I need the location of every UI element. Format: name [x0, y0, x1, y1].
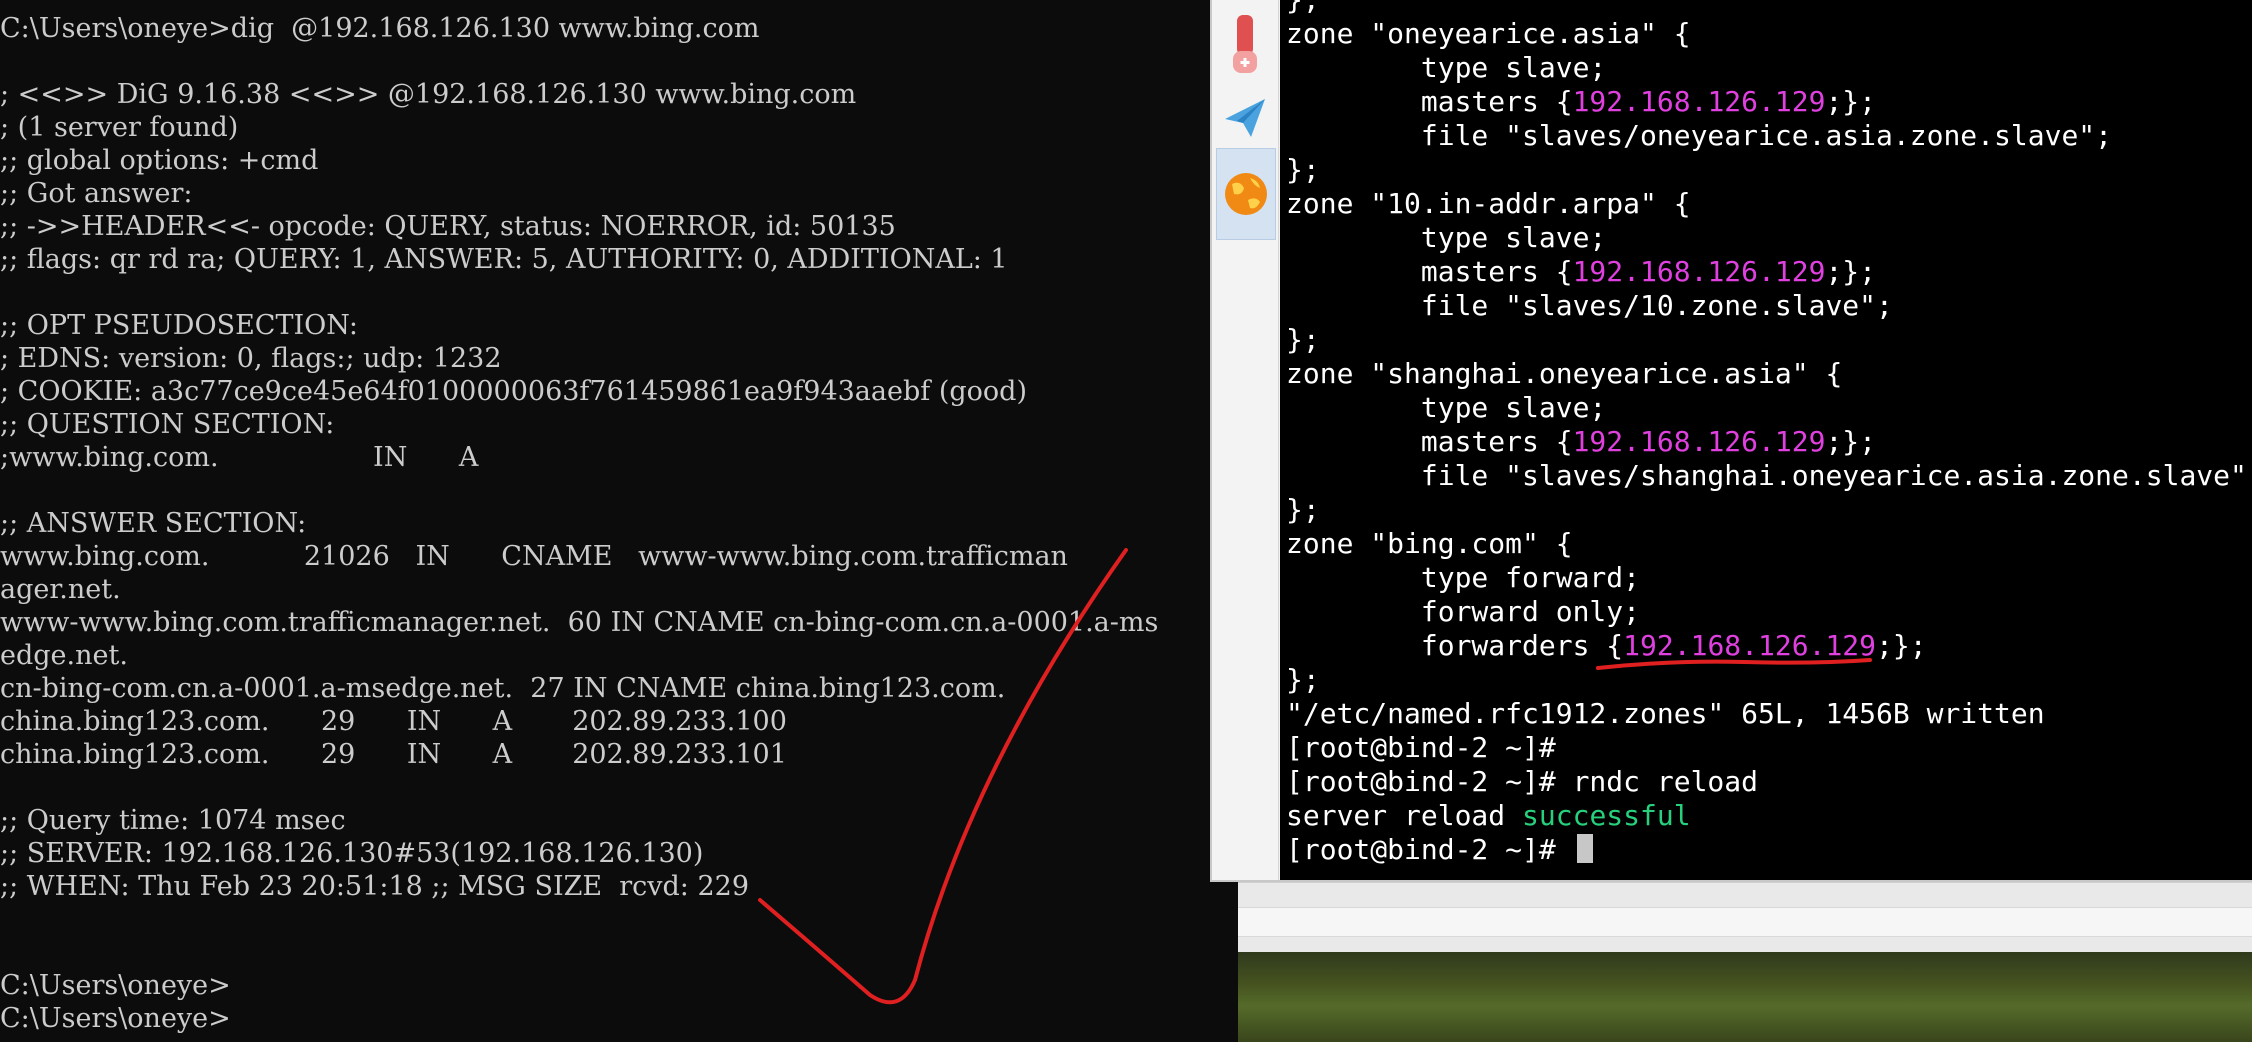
- terminal-line: zone "oneyearice.asia" {: [1286, 17, 1691, 51]
- cmd-line: ;; flags: qr rd ra; QUERY: 1, ANSWER: 5,…: [0, 244, 1008, 275]
- terminal-line: type slave;: [1286, 391, 1606, 425]
- terminal-text: };: [1286, 663, 1320, 696]
- cmd-line: ; <<>> DiG 9.16.38 <<>> @192.168.126.130…: [0, 79, 857, 110]
- ssh-terminal-window: };zone "oneyearice.asia" { type slave; m…: [1210, 0, 2252, 882]
- terminal-text: file "slaves/10.zone.slave";: [1286, 289, 1893, 322]
- background-window-strip: [1238, 882, 2252, 953]
- shell-prompt: [root@bind-2 ~]#: [1286, 833, 1573, 866]
- terminal-text: zone "oneyearice.asia" {: [1286, 17, 1691, 50]
- cmd-line: edge.net.: [0, 640, 128, 671]
- terminal-line: zone "bing.com" {: [1286, 527, 1573, 561]
- globe-icon: [1225, 173, 1267, 215]
- text-cursor: [1576, 834, 1593, 863]
- cmd-line: ;; ->>HEADER<<- opcode: QUERY, status: N…: [0, 211, 896, 242]
- checkmark-annotation: [758, 548, 1128, 1005]
- terminal-text: };: [1286, 493, 1320, 526]
- master-ip-address: 192.168.126.129: [1572, 85, 1826, 118]
- terminal-line: };: [1286, 323, 1320, 357]
- terminal-line: masters {192.168.126.129;};: [1286, 425, 1876, 459]
- cmd-line: ;www.bing.com. IN A: [0, 442, 479, 473]
- desktop-wallpaper: [1238, 952, 2252, 1042]
- reload-status-line: server reload successful: [1286, 799, 1691, 833]
- terminal-line: type slave;: [1286, 221, 1606, 255]
- cmd-line: ager.net.: [0, 574, 121, 605]
- terminal-line: [root@bind-2 ~]#: [1286, 731, 1556, 765]
- cmd-line: C:\Users\oneye>dig @192.168.126.130 www.…: [0, 13, 760, 44]
- terminal-text: ;};: [1876, 629, 1927, 662]
- terminal-line: };: [1286, 493, 1320, 527]
- terminal-text: masters {: [1286, 85, 1573, 118]
- terminal-line: zone "shanghai.oneyearice.asia" {: [1286, 357, 1842, 391]
- terminal-text: type slave;: [1286, 221, 1607, 254]
- terminal-line: masters {192.168.126.129;};: [1286, 255, 1876, 289]
- terminal-line: type slave;: [1286, 51, 1606, 85]
- terminal-line: "/etc/named.rfc1912.zones" 65L, 1456B wr…: [1286, 697, 2045, 731]
- side-dock: [1212, 0, 1279, 880]
- terminal-text: };: [1286, 153, 1320, 186]
- terminal-text: zone "10.in-addr.arpa" {: [1286, 187, 1691, 220]
- reload-text: server reload: [1286, 799, 1523, 832]
- terminal-line: file "slaves/10.zone.slave";: [1286, 289, 1893, 323]
- paper-plane-icon: [1225, 99, 1265, 137]
- terminal-line: };: [1286, 663, 1320, 697]
- terminal-line: file "slaves/shanghai.oneyearice.asia.zo…: [1286, 459, 2252, 493]
- cmd-line: ;; ANSWER SECTION:: [0, 508, 307, 539]
- terminal-text: zone "shanghai.oneyearice.asia" {: [1286, 357, 1843, 390]
- terminal-text: ;};: [1825, 255, 1877, 288]
- terminal-line: forward only;: [1286, 595, 1640, 629]
- master-ip-address: 192.168.126.129: [1572, 255, 1826, 288]
- terminal-line: [root@bind-2 ~]# rndc reload: [1286, 765, 1758, 799]
- terminal-line: };: [1286, 153, 1320, 187]
- cmd-line: C:\Users\oneye>: [0, 1003, 231, 1034]
- terminal-text: };: [1286, 0, 1320, 16]
- tool-icon: [1233, 15, 1257, 73]
- terminal-text: file "slaves/oneyearice.asia.zone.slave"…: [1286, 119, 2113, 152]
- terminal-line: };: [1286, 0, 1320, 17]
- cmd-line: C:\Users\oneye>: [0, 970, 231, 1001]
- terminal-line: file "slaves/oneyearice.asia.zone.slave"…: [1286, 119, 2112, 153]
- cmd-line: ; COOKIE: a3c77ce9ce45e64f0100000063f761…: [0, 376, 1027, 407]
- reload-success-text: successful: [1522, 799, 1691, 832]
- terminal-text: [root@bind-2 ~]#: [1286, 731, 1556, 764]
- terminal-line: zone "10.in-addr.arpa" {: [1286, 187, 1691, 221]
- dock-item-globe[interactable]: [1216, 148, 1276, 240]
- prompt-line[interactable]: [root@bind-2 ~]#: [1286, 833, 1593, 867]
- cmd-line: ;; Query time: 1074 msec: [0, 805, 346, 836]
- terminal-text: ;};: [1825, 425, 1877, 458]
- terminal-text: type slave;: [1286, 51, 1607, 84]
- terminal-text: };: [1286, 323, 1320, 356]
- cmd-line: ;; WHEN: Thu Feb 23 20:51:18 ;; MSG SIZE…: [0, 871, 750, 902]
- terminal-text: "/etc/named.rfc1912.zones" 65L, 1456B wr…: [1286, 697, 2045, 730]
- terminal-text: zone "bing.com" {: [1286, 527, 1573, 560]
- terminal-text: masters {: [1286, 425, 1573, 458]
- cmd-line: ; EDNS: version: 0, flags:; udp: 1232: [0, 343, 502, 374]
- terminal-line: masters {192.168.126.129;};: [1286, 85, 1876, 119]
- underline-annotation: [1596, 658, 1872, 670]
- terminal-text: forwarders {: [1286, 629, 1624, 662]
- terminal-text: ;};: [1825, 85, 1877, 118]
- terminal-output[interactable]: };zone "oneyearice.asia" { type slave; m…: [1280, 0, 2252, 880]
- cmd-line: china.bing123.com. 29 IN A 202.89.233.10…: [0, 739, 787, 770]
- terminal-text: [root@bind-2 ~]# rndc reload: [1286, 765, 1759, 798]
- cmd-line: ;; OPT PSEUDOSECTION:: [0, 310, 359, 341]
- terminal-text: type forward;: [1286, 561, 1641, 594]
- terminal-text: file "slaves/shanghai.oneyearice.asia.zo…: [1286, 459, 2252, 492]
- cmd-line: ; (1 server found): [0, 112, 239, 143]
- cmd-line: china.bing123.com. 29 IN A 202.89.233.10…: [0, 706, 787, 737]
- cmd-line: ;; QUESTION SECTION:: [0, 409, 335, 440]
- terminal-text: masters {: [1286, 255, 1573, 288]
- cmd-line: ;; global options: +cmd: [0, 145, 319, 176]
- master-ip-address: 192.168.126.129: [1572, 425, 1826, 458]
- cmd-line: ;; SERVER: 192.168.126.130#53(192.168.12…: [0, 838, 704, 869]
- terminal-text: type slave;: [1286, 391, 1607, 424]
- cmd-line: ;; Got answer:: [0, 178, 193, 209]
- terminal-text: forward only;: [1286, 595, 1641, 628]
- terminal-line: type forward;: [1286, 561, 1640, 595]
